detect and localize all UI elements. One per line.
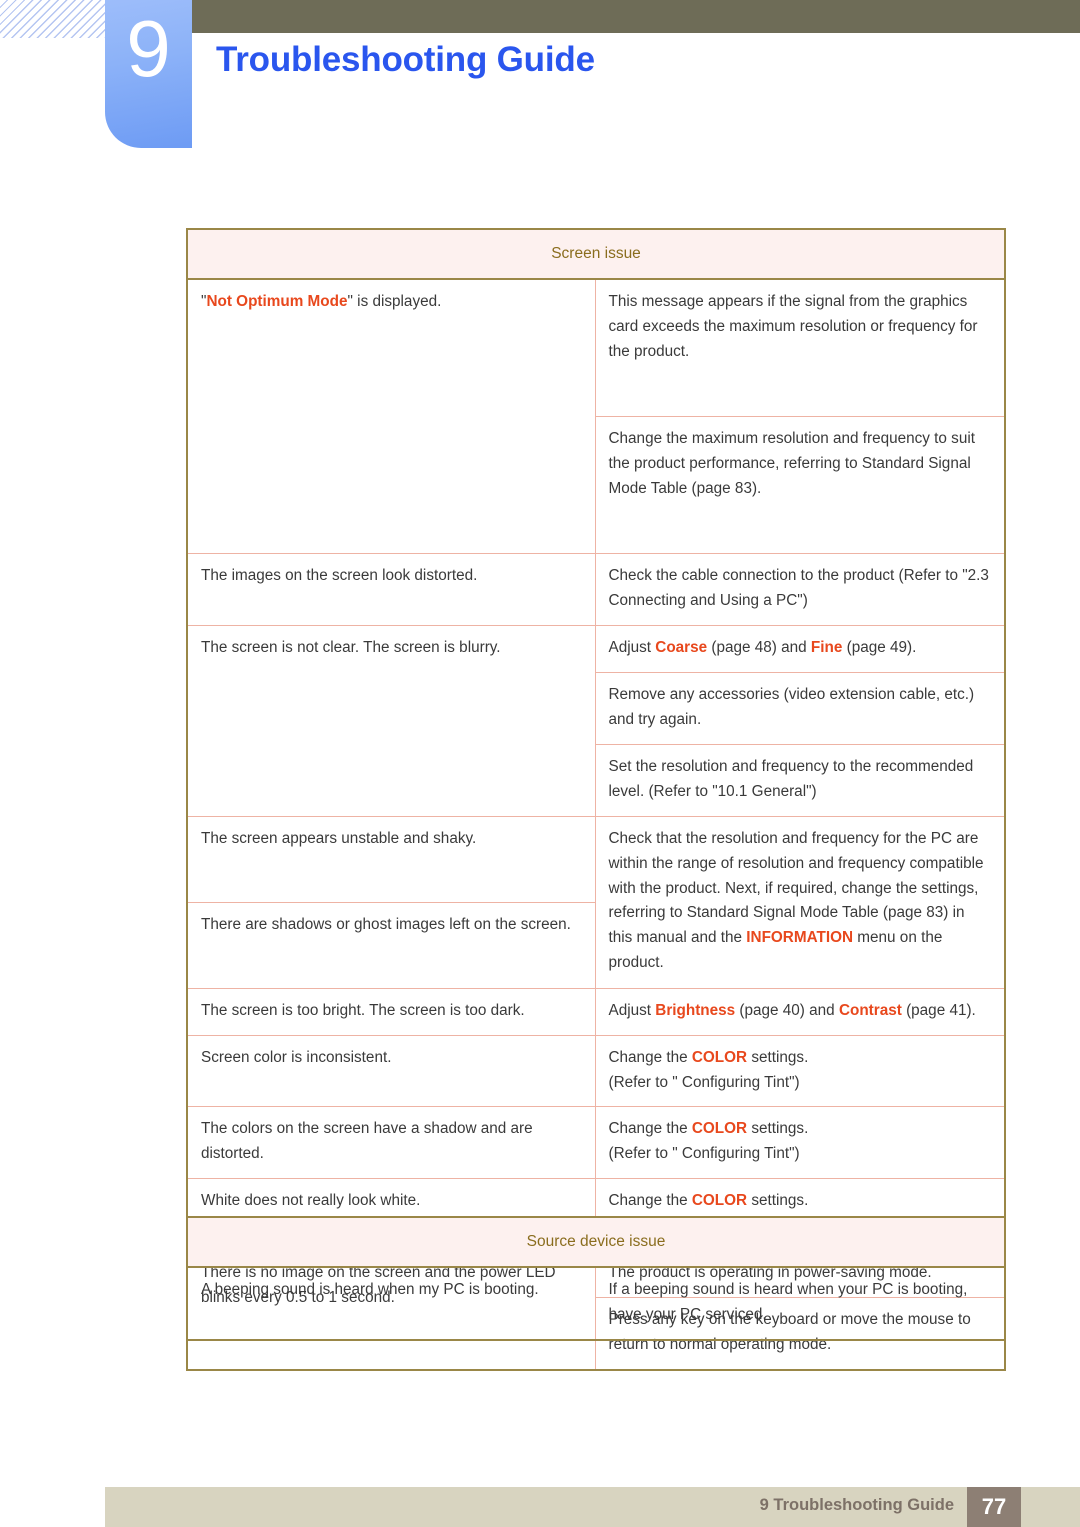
solution-cell: Adjust Brightness (page 40) and Contrast… xyxy=(594,987,1006,1036)
problem-cell: The screen appears unstable and shaky. xyxy=(186,815,596,903)
solution-cell: Adjust Coarse (page 48) and Fine (page 4… xyxy=(594,625,1006,674)
highlight-fine: Fine xyxy=(810,639,843,657)
problem-cell: The screen is not clear. The screen is b… xyxy=(186,625,596,817)
highlight-coarse: Coarse xyxy=(655,639,708,657)
solution-cell: Set the resolution and frequency to the … xyxy=(594,743,1006,817)
table-row: The screen appears unstable and shaky. C… xyxy=(186,815,1006,989)
solution-cell: Check the cable connection to the produc… xyxy=(594,553,1006,627)
problem-cell: The colors on the screen have a shadow a… xyxy=(186,1106,596,1180)
table-row: The screen is too bright. The screen is … xyxy=(186,987,1006,1036)
highlight-contrast: Contrast xyxy=(838,1001,902,1019)
solution-text: Adjust xyxy=(608,639,656,657)
highlight-not-optimum-mode: Not Optimum Mode xyxy=(206,293,348,311)
table-row: "Not Optimum Mode" is displayed. This me… xyxy=(186,278,1006,555)
solution-text: (page 49). xyxy=(842,639,917,657)
highlight-color: COLOR xyxy=(691,1048,748,1066)
solution-cell: If a beeping sound is heard when your PC… xyxy=(594,1266,1006,1341)
section-header-screen-issue: Screen issue xyxy=(186,228,1006,281)
table-row: The images on the screen look distorted.… xyxy=(186,553,1006,627)
problem-cell: The screen is too bright. The screen is … xyxy=(186,987,596,1036)
highlight-information: INFORMATION xyxy=(746,929,854,947)
footer-label: 9 Troubleshooting Guide xyxy=(759,1496,954,1514)
table-section-header-row: Source device issue xyxy=(186,1216,1006,1269)
chapter-badge: 9 xyxy=(105,0,192,148)
solution-text: (page 48) and xyxy=(707,639,811,657)
highlight-color: COLOR xyxy=(691,1192,748,1210)
solution-reference: (Refer to " Configuring Tint") xyxy=(608,1073,800,1091)
solution-reference: (Refer to " Configuring Tint") xyxy=(608,1145,800,1163)
solution-text: (page 41). xyxy=(901,1001,976,1019)
table-section-header-row: Screen issue xyxy=(186,228,1006,281)
highlight-color: COLOR xyxy=(691,1120,748,1138)
table-row: The colors on the screen have a shadow a… xyxy=(186,1106,1006,1180)
table-row: A beeping sound is heard when my PC is b… xyxy=(186,1266,1006,1341)
problem-cell: "Not Optimum Mode" is displayed. xyxy=(186,278,596,555)
solution-cell: Check that the resolution and frequency … xyxy=(594,815,1006,989)
solution-cell: Change the COLOR settings. (Refer to " Co… xyxy=(594,1034,1006,1108)
page-title: Troubleshooting Guide xyxy=(216,40,595,79)
solution-text: Change the xyxy=(608,1048,692,1066)
decorative-hatch-pattern xyxy=(0,0,106,38)
solution-text: Adjust xyxy=(608,1001,656,1019)
problem-cell: A beeping sound is heard when my PC is b… xyxy=(186,1266,596,1341)
solution-text: Change the xyxy=(608,1120,692,1138)
problem-cell: Screen color is inconsistent. xyxy=(186,1034,596,1108)
table-row: The screen is not clear. The screen is b… xyxy=(186,625,1006,817)
header-olive-bar xyxy=(192,0,1080,33)
problem-cell: The images on the screen look distorted. xyxy=(186,553,596,627)
screen-issue-table: Screen issue "Not Optimum Mode" is displ… xyxy=(186,228,1007,1371)
section-header-source-device-issue: Source device issue xyxy=(186,1216,1006,1269)
source-device-issue-table: Source device issue A beeping sound is h… xyxy=(186,1216,1006,1342)
solution-text: settings. xyxy=(747,1192,809,1210)
solution-cell: Change the COLOR settings. (Refer to " Co… xyxy=(594,1106,1006,1180)
solution-text: settings. xyxy=(747,1048,809,1066)
page-number: 77 xyxy=(981,1494,1007,1519)
problem-cell: There are shadows or ghost images left o… xyxy=(186,901,596,989)
solution-cell: This message appears if the signal from … xyxy=(594,278,1006,418)
chapter-number: 9 xyxy=(126,4,171,93)
solution-cell: Remove any accessories (video extension … xyxy=(594,672,1006,745)
solution-cell: Change the maximum resolution and freque… xyxy=(594,416,1006,555)
solution-text: (page 40) and xyxy=(735,1001,839,1019)
solution-text: Change the xyxy=(608,1192,692,1210)
problem-text: " is displayed. xyxy=(347,293,442,311)
solution-text: settings. xyxy=(747,1120,809,1138)
table-row: Screen color is inconsistent. Change the… xyxy=(186,1034,1006,1108)
highlight-brightness: Brightness xyxy=(655,1001,736,1019)
